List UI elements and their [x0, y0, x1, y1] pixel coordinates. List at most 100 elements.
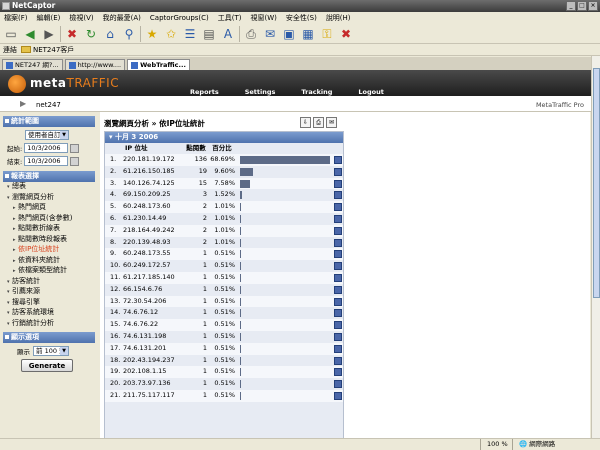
- sidebar-item[interactable]: ▸ 點閱數時段報表: [3, 235, 95, 246]
- details-icon[interactable]: [334, 368, 342, 377]
- nav-logout[interactable]: Logout: [358, 88, 383, 96]
- details-icon[interactable]: [334, 321, 342, 330]
- print-report-icon[interactable]: ⎙: [313, 117, 324, 128]
- percent-bar: [240, 391, 241, 400]
- tab-http[interactable]: http://www....: [64, 59, 126, 70]
- sidebar-item[interactable]: ▸ 依IP位址統計: [3, 245, 95, 256]
- table-row: 10. 60.249.172.57 1 0.51%: [105, 260, 343, 272]
- details-icon[interactable]: [334, 179, 342, 188]
- table-row: 18. 202.43.194.237 1 0.51%: [105, 355, 343, 367]
- percent-bar: [240, 191, 242, 200]
- details-icon[interactable]: [334, 391, 342, 400]
- details-icon[interactable]: [334, 191, 342, 200]
- menu-view[interactable]: 檢視(V): [69, 13, 93, 23]
- nav-tracking[interactable]: Tracking: [301, 88, 332, 96]
- tab-webtraffic[interactable]: WebTraffic...: [127, 59, 190, 70]
- sidebar-item[interactable]: ▾ 搜尋引擎: [3, 298, 95, 309]
- mail-icon[interactable]: ✉: [262, 26, 278, 42]
- back-icon[interactable]: ◀: [22, 26, 38, 42]
- details-icon[interactable]: [334, 214, 342, 223]
- end-date-row: 結束: 10/3/2006: [7, 156, 95, 166]
- sidebar-item[interactable]: ▾ 瀏覽網頁分析: [3, 193, 95, 204]
- details-icon[interactable]: [334, 285, 342, 294]
- maximize-button[interactable]: □: [577, 1, 587, 11]
- chevron-down-icon: ▼: [60, 347, 68, 355]
- list-icon[interactable]: ☰: [182, 26, 198, 42]
- stop-icon[interactable]: ✖: [64, 26, 80, 42]
- export-icon[interactable]: ⇩: [300, 117, 311, 128]
- sidebar-item[interactable]: ▾ 總表: [3, 182, 95, 193]
- details-icon[interactable]: [334, 273, 342, 282]
- new-page-icon[interactable]: ▭: [3, 26, 19, 42]
- font-size-icon[interactable]: A: [220, 26, 236, 42]
- range-select[interactable]: 使用者自訂 ▼: [25, 130, 69, 140]
- window-icon[interactable]: ▦: [300, 26, 316, 42]
- sidebar-item[interactable]: ▾ 引薦來源: [3, 287, 95, 298]
- sidebar-item[interactable]: ▸ 熱門網頁(含參數): [3, 214, 95, 225]
- open-folder-icon[interactable]: ▤: [201, 26, 217, 42]
- refresh-icon[interactable]: ↻: [83, 26, 99, 42]
- details-icon[interactable]: [334, 380, 342, 389]
- details-icon[interactable]: [334, 297, 342, 306]
- details-icon[interactable]: [334, 203, 342, 212]
- row-hits: 1: [202, 296, 207, 305]
- display-count-select[interactable]: 前 100 筆 ▼: [33, 346, 69, 356]
- sidebar-item[interactable]: ▾ 行銷統計分析: [3, 319, 95, 330]
- report-select-header[interactable]: 報表選擇: [3, 171, 95, 182]
- generate-button[interactable]: Generate: [21, 359, 73, 372]
- forward-icon[interactable]: ▶: [41, 26, 57, 42]
- menu-file[interactable]: 檔案(F): [4, 13, 28, 23]
- row-ip: 140.126.74.125: [123, 178, 175, 187]
- search-icon[interactable]: ⚲: [121, 26, 137, 42]
- details-icon[interactable]: [334, 344, 342, 353]
- menu-tools[interactable]: 工具(T): [218, 13, 242, 23]
- calendar-icon[interactable]: [70, 156, 80, 166]
- menu-edit[interactable]: 編輯(E): [37, 13, 61, 23]
- menu-security[interactable]: 安全性(S): [286, 13, 317, 23]
- details-icon[interactable]: [334, 156, 342, 164]
- tab-net247[interactable]: NET247 網?...: [2, 59, 63, 70]
- details-icon[interactable]: [334, 167, 342, 176]
- email-report-icon[interactable]: ✉: [326, 117, 337, 128]
- nav-reports[interactable]: Reports: [190, 88, 219, 96]
- zoom-level[interactable]: 100 %: [480, 439, 508, 450]
- link-item[interactable]: NET247客戶: [21, 45, 74, 55]
- sidebar-item[interactable]: ▸ 點閱數折線表: [3, 224, 95, 235]
- print-icon[interactable]: ⎙: [243, 26, 259, 42]
- details-icon[interactable]: [334, 250, 342, 259]
- details-icon[interactable]: [334, 226, 342, 235]
- home-icon[interactable]: ⌂: [102, 26, 118, 42]
- display-options-header[interactable]: 顯示選項: [3, 332, 95, 343]
- favorites-icon[interactable]: ★: [144, 26, 160, 42]
- menu-captorgroups[interactable]: CaptorGroups(C): [150, 14, 209, 22]
- details-icon[interactable]: [334, 309, 342, 318]
- menu-favorites[interactable]: 我的最愛(A): [103, 13, 141, 23]
- row-ip: 220.181.19.172: [123, 155, 175, 163]
- menu-help[interactable]: 說明(H): [326, 13, 351, 23]
- details-icon[interactable]: [334, 356, 342, 365]
- sidebar-item[interactable]: ▸ 熱門網頁: [3, 203, 95, 214]
- end-date-input[interactable]: 10/3/2006: [24, 156, 69, 166]
- toolbar-separator: [140, 25, 141, 42]
- chevron-right-icon[interactable]: ▶: [20, 99, 26, 108]
- sidebar-item[interactable]: ▾ 訪客系統環境: [3, 308, 95, 319]
- lock-icon[interactable]: ⚿: [319, 26, 335, 42]
- nav-settings[interactable]: Settings: [245, 88, 276, 96]
- minimize-button[interactable]: _: [566, 1, 576, 11]
- menu-window[interactable]: 視窗(W): [251, 13, 277, 23]
- page-scrollbar[interactable]: [591, 56, 600, 438]
- details-icon[interactable]: [334, 262, 342, 271]
- close-window-button[interactable]: ×: [588, 1, 598, 11]
- scrollbar-thumb[interactable]: [593, 68, 600, 298]
- sidebar-item[interactable]: ▸ 依資料夾統計: [3, 256, 95, 267]
- add-favorite-icon[interactable]: ✩: [163, 26, 179, 42]
- sidebar-item[interactable]: ▸ 依檔案類型統計: [3, 266, 95, 277]
- start-date-input[interactable]: 10/3/2006: [24, 143, 69, 153]
- stats-range-header[interactable]: 統計範圍: [3, 116, 95, 127]
- close-tab-icon[interactable]: ✖: [338, 26, 354, 42]
- tile-icon[interactable]: ▣: [281, 26, 297, 42]
- details-icon[interactable]: [334, 332, 342, 341]
- details-icon[interactable]: [334, 238, 342, 247]
- calendar-icon[interactable]: [70, 143, 80, 153]
- sidebar-item[interactable]: ▾ 訪客統計: [3, 277, 95, 288]
